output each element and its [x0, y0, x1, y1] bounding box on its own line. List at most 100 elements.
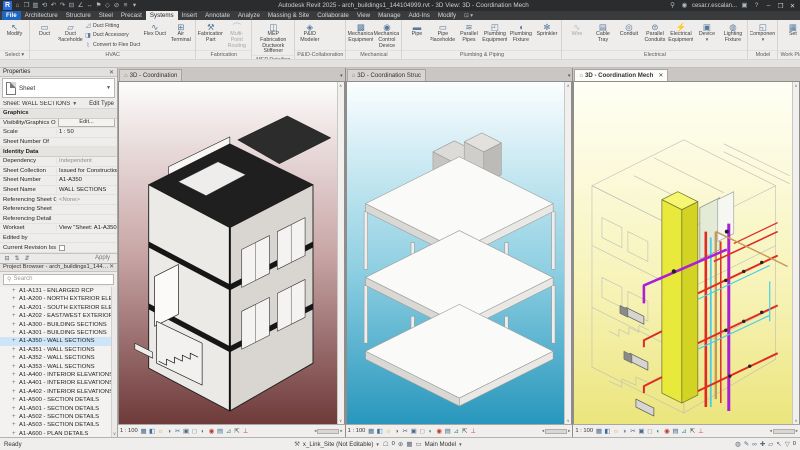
- ribbon-tab-manage[interactable]: Manage: [374, 11, 404, 20]
- active-workset-dropdown[interactable]: x_Link_Site (Not Editable) ▼: [303, 441, 380, 448]
- close-view-icon[interactable]: ✕: [658, 72, 663, 79]
- type-selector[interactable]: Sheet ▼: [2, 78, 115, 98]
- detail-level-icon[interactable]: ▦: [367, 428, 375, 435]
- aligned-dimension-icon[interactable]: ↔: [85, 1, 94, 11]
- expand-icon[interactable]: +: [12, 288, 17, 294]
- editable-items-icon[interactable]: ☖: [383, 440, 389, 448]
- sheet-item-a1-a503[interactable]: + A1-A503 - SECTION DETAILS: [0, 421, 117, 429]
- view-tab-coordination-struc[interactable]: ⌂ 3D - Coordination Struc: [346, 69, 426, 81]
- crop-view-icon[interactable]: ✂: [174, 428, 182, 435]
- unlocked-3d-view-icon[interactable]: ◻: [191, 428, 199, 435]
- ribbon-tab-analyze[interactable]: Analyze: [234, 11, 264, 20]
- expand-icon[interactable]: +: [12, 322, 17, 328]
- horizontal-scrollbar[interactable]: ◂ ▸: [314, 428, 343, 434]
- parallel-conduits-button[interactable]: ⊜ Parallel Conduits: [642, 21, 667, 50]
- visual-style-icon[interactable]: ◧: [604, 428, 612, 435]
- underlay-selection-toggle-icon[interactable]: ▱: [768, 440, 773, 448]
- component-button[interactable]: ◱ Component ▼: [750, 21, 775, 50]
- undo-icon[interactable]: ↶: [49, 1, 58, 11]
- expand-icon[interactable]: +: [12, 347, 17, 353]
- duct-accessory-button[interactable]: ◨ Duct Accessory: [85, 32, 140, 39]
- property-value[interactable]: <None>: [56, 196, 117, 203]
- ribbon-tab-view[interactable]: View: [353, 11, 374, 20]
- electrical-equipment-button[interactable]: ⚡ Electrical Equipment: [668, 21, 693, 50]
- reveal-constraints-icon[interactable]: ⊥: [697, 428, 705, 435]
- expand-icon[interactable]: +: [12, 431, 17, 437]
- sheet-item-a1-a502[interactable]: + A1-A502 - SECTION DETAILS: [0, 413, 117, 421]
- vertical-scrollbar[interactable]: ∧ ∨: [336, 82, 344, 424]
- drag-on-selection-toggle-icon[interactable]: ↖: [776, 440, 781, 448]
- monitor-icon[interactable]: ▭: [416, 440, 422, 448]
- expand-icon[interactable]: +: [12, 397, 17, 403]
- sprinkler-button[interactable]: ✻ Sprinkler: [534, 21, 559, 50]
- expand-icon[interactable]: +: [12, 389, 17, 395]
- instance-selector[interactable]: Sheet: WALL SECTIONS: [3, 101, 70, 107]
- property-value[interactable]: A1-A350: [56, 177, 117, 184]
- scroll-thumb[interactable]: [772, 428, 795, 434]
- set-button[interactable]: ▦ Set: [780, 21, 800, 50]
- lighting-fixture-button[interactable]: ◍ Lighting Fixture: [720, 21, 745, 50]
- reveal-constraints-icon[interactable]: ⊥: [242, 428, 250, 435]
- ribbon-tab-precast[interactable]: Precast: [117, 11, 146, 20]
- sheet-item-a1-a300[interactable]: + A1-A300 - BUILDING SECTIONS: [0, 320, 117, 328]
- edit-type-button[interactable]: Edit Type: [89, 101, 114, 107]
- temporary-view-properties-icon[interactable]: ▤: [444, 428, 452, 435]
- scroll-left-icon[interactable]: ◂: [769, 428, 771, 434]
- ribbon-display-toggle-icon[interactable]: ⊡ ▾: [464, 12, 473, 20]
- conduit-button[interactable]: ◎ Conduit: [616, 21, 641, 50]
- property-value[interactable]: Issued for Construction: [56, 167, 117, 174]
- view-scale[interactable]: 1 : 100: [120, 428, 138, 434]
- fabrication-part-button[interactable]: ⚒ Fabrication Part: [198, 21, 223, 50]
- crop-view-icon[interactable]: ✂: [401, 428, 409, 435]
- show-analytical-model-icon[interactable]: ⊿: [680, 428, 688, 435]
- property-value[interactable]: 1 : 50: [56, 129, 117, 136]
- save-icon[interactable]: ▥: [31, 1, 40, 11]
- home-icon[interactable]: ⌂: [13, 1, 22, 11]
- crop-view-icon[interactable]: ✂: [629, 428, 637, 435]
- canvas-coordination-struc[interactable]: ∧ ∨: [345, 81, 573, 424]
- visual-style-icon[interactable]: ◧: [376, 428, 384, 435]
- scroll-left-icon[interactable]: ◂: [542, 428, 544, 434]
- temporary-view-properties-icon[interactable]: ▤: [216, 428, 224, 435]
- duct-fitting-button[interactable]: ◿ Duct Fitting: [85, 22, 140, 30]
- type-selector-caret-icon[interactable]: ▼: [106, 85, 111, 91]
- vertical-scrollbar[interactable]: ∧ ∨: [792, 82, 800, 424]
- mep-fabrication-ductwork-stiffener-button[interactable]: ◫ MEP Fabrication Ductwork Stiffener: [254, 21, 292, 55]
- expand-all-icon[interactable]: ⊟: [3, 255, 11, 262]
- default-3d-view-icon[interactable]: ◇: [103, 1, 112, 11]
- show-crop-region-icon[interactable]: ▣: [638, 428, 646, 435]
- highlight-displacement-sets-icon[interactable]: ⇱: [233, 428, 241, 435]
- pipe-button[interactable]: ▬ Pipe: [404, 21, 429, 50]
- account-icon[interactable]: ◉: [680, 1, 689, 11]
- expand-icon[interactable]: +: [12, 305, 17, 311]
- sheet-item-a1-a600[interactable]: + A1-A600 - PLAN DETAILS: [0, 430, 117, 437]
- sheet-item-a1-a402[interactable]: + A1-A402 - INTERIOR ELEVATIONS: [0, 388, 117, 396]
- show-analytical-model-icon[interactable]: ⊿: [225, 428, 233, 435]
- sort-descending-icon[interactable]: ⇵: [23, 255, 31, 262]
- search-icon[interactable]: ⚲: [668, 1, 677, 11]
- mechanical-equipment-button[interactable]: ▩ Mechanical Equipment: [348, 21, 373, 50]
- view-tab-coordination-mech[interactable]: ⌂ 3D - Coordination Mech ✕: [574, 69, 669, 81]
- expand-icon[interactable]: +: [12, 330, 17, 336]
- horizontal-scrollbar[interactable]: ◂ ▸: [542, 428, 570, 434]
- reveal-hidden-elements-icon[interactable]: ◉: [663, 428, 671, 435]
- scroll-thumb[interactable]: [317, 428, 340, 434]
- sun-path-icon[interactable]: ☼: [157, 428, 165, 435]
- sun-path-icon[interactable]: ☼: [384, 428, 392, 435]
- expand-icon[interactable]: +: [12, 296, 17, 302]
- apply-button[interactable]: Apply: [91, 255, 114, 261]
- sheet-item-a1-a202[interactable]: +A1-A202 - EAST/WEST EXTERIOR ELEVATI: [0, 312, 117, 320]
- ribbon-tab-architecture[interactable]: Architecture: [21, 11, 62, 20]
- expand-icon[interactable]: +: [12, 422, 17, 428]
- pipe-placeholder-button[interactable]: ▭Pipe Placeholder: [430, 21, 455, 50]
- print-icon[interactable]: ⊟: [67, 1, 76, 11]
- scroll-right-icon[interactable]: ▸: [340, 428, 342, 434]
- reveal-constraints-icon[interactable]: ⊥: [469, 428, 477, 435]
- property-value[interactable]: View "Sheet: A1-A350...: [56, 225, 117, 232]
- worksharing-display-icon[interactable]: ◍: [735, 440, 741, 448]
- pinned-selection-toggle-icon[interactable]: ✚: [760, 440, 765, 448]
- sun-path-icon[interactable]: ☼: [612, 428, 620, 435]
- sheet-grid-icon[interactable]: ▦: [406, 440, 412, 448]
- parallel-pipes-button[interactable]: ≋ Parallel Pipes: [456, 21, 481, 50]
- dropdown-caret-icon[interactable]: ▼: [705, 37, 709, 42]
